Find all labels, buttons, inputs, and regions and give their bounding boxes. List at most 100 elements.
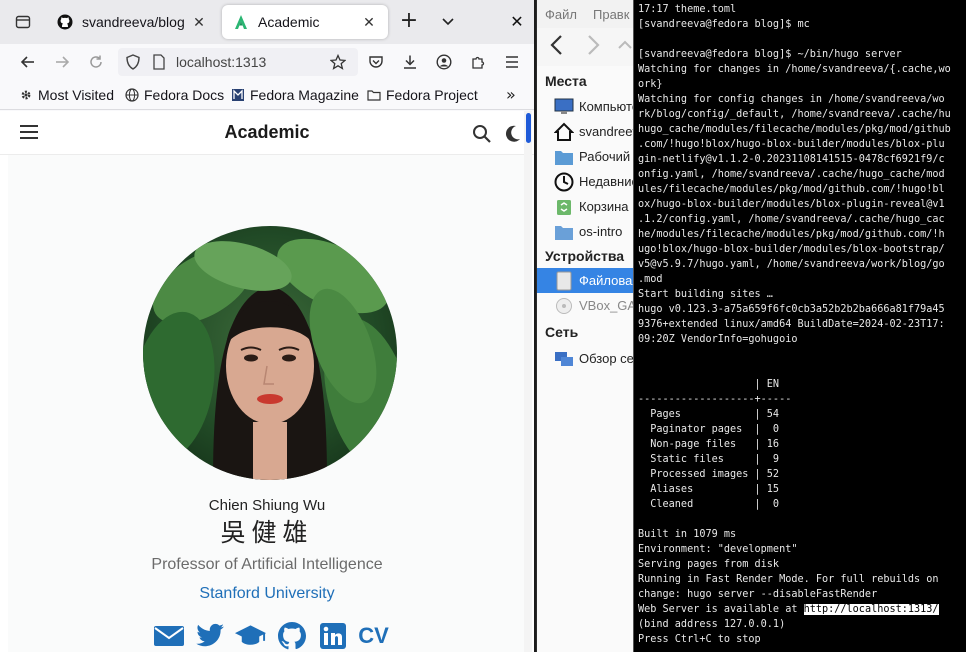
account-icon[interactable]: [432, 50, 456, 74]
person-name: Chien Shiung Wu: [208, 497, 326, 514]
moon-icon[interactable]: [504, 124, 522, 144]
sidebar-item-computer[interactable]: Компьютер: [537, 94, 633, 119]
file-manager-menubar: Файл Правк: [537, 0, 633, 28]
terminal-line: Press Ctrl+C to stop: [638, 634, 761, 645]
sidebar-item-label: Корзина: [579, 199, 629, 214]
tab-github-blog[interactable]: svandreeva/blog ✕: [46, 5, 218, 39]
page-icon[interactable]: [150, 53, 168, 71]
forward-arrow-icon[interactable]: [585, 34, 601, 61]
bookmark-fedora-project[interactable]: Fedora Project: [366, 85, 478, 105]
close-icon[interactable]: ✕: [360, 13, 378, 31]
organization-link[interactable]: Stanford University: [0, 585, 534, 603]
terminal-line: Processed images | 52: [638, 469, 780, 480]
person-role: Professor of Artificial Intelligence: [151, 556, 383, 573]
sidebar-item-recent[interactable]: Недавние: [537, 169, 633, 194]
tab-academic[interactable]: Academic ✕: [222, 5, 388, 39]
terminal-line: ugo!blox/hugo-blox-builder/modules/blox-…: [638, 244, 945, 255]
terminal-line: 09:20Z VendorInfo=gohugoio: [638, 334, 798, 345]
terminal-line: Paginator pages | 0: [638, 424, 780, 435]
sidebar-item-label: svandreeva: [579, 124, 633, 139]
bookmarks-overflow-button[interactable]: »: [506, 85, 516, 104]
file-manager-toolbar: [537, 28, 633, 66]
sidebar-item-os-intro[interactable]: os-intro: [537, 219, 633, 244]
tab-list-button[interactable]: [10, 10, 36, 34]
sidebar-item-vbox[interactable]: VBox_GAs: [537, 293, 633, 318]
terminal-line: change: hugo server --disableFastRender: [638, 589, 878, 600]
terminal-line: Pages | 54: [638, 409, 780, 420]
terminal-line: Running in Fast Render Mode. For full re…: [638, 574, 939, 585]
server-url[interactable]: http://localhost:1313/: [803, 604, 939, 615]
forward-icon[interactable]: [50, 50, 74, 74]
disc-icon: [553, 296, 575, 316]
terminal-window[interactable]: 17:17 theme.toml [svandreeva@fedora blog]…: [633, 0, 966, 652]
firefox-window: svandreeva/blog ✕ Academic ✕ + ✕ localho…: [0, 0, 536, 652]
window-close-button[interactable]: ✕: [506, 10, 528, 34]
sidebar-item-label: Обзор сети: [579, 351, 633, 366]
computer-icon: [553, 97, 575, 117]
twitter-icon[interactable]: [193, 622, 226, 650]
scholar-icon[interactable]: [234, 622, 267, 650]
pocket-icon[interactable]: [364, 50, 388, 74]
shield-icon[interactable]: [124, 53, 142, 71]
tab-title: svandreeva/blog: [82, 14, 185, 30]
terminal-line: Watching for changes in /home/svandreeva…: [638, 64, 951, 75]
menu-icon[interactable]: [500, 50, 524, 74]
terminal-line: Built in 1079 ms: [638, 529, 737, 540]
sidebar-item-home[interactable]: svandreeva: [537, 119, 633, 144]
address-bar[interactable]: localhost:1313: [118, 48, 358, 76]
recent-icon: [553, 172, 575, 192]
folder-icon: [366, 87, 382, 103]
magazine-icon: [230, 87, 246, 103]
bookmark-star-icon[interactable]: [326, 50, 350, 74]
scrollbar-thumb[interactable]: [526, 113, 531, 143]
email-icon[interactable]: [152, 622, 185, 650]
terminal-line: onfig.yaml, /home/svandreeva/.cache/hugo…: [638, 169, 945, 180]
terminal-line: ox/hugo-blox-builder/modules/blox-plugin…: [638, 199, 945, 210]
drive-icon: [553, 271, 575, 291]
chevron-down-icon[interactable]: [436, 10, 460, 34]
back-arrow-icon[interactable]: [549, 34, 565, 61]
sidebar-item-network[interactable]: Обзор сети: [537, 346, 633, 371]
cv-link[interactable]: CV: [357, 622, 390, 650]
bookmark-most-visited[interactable]: Most Visited: [18, 85, 114, 105]
back-icon[interactable]: [16, 50, 40, 74]
gear-icon: [18, 87, 34, 103]
url-text: localhost:1313: [176, 54, 267, 70]
terminal-line: | EN: [638, 379, 780, 390]
site-title[interactable]: Academic: [0, 122, 534, 143]
terminal-line: .com/!hugo!blox/hugo-blox-builder/module…: [638, 139, 945, 150]
menu-edit[interactable]: Правк: [593, 7, 629, 22]
terminal-line: gin-netlify@v1.1.2-0.20231108141515-0478…: [638, 154, 945, 165]
terminal-line: Watching for config changes in /home/sva…: [638, 94, 945, 105]
bookmark-fedora-docs[interactable]: Fedora Docs: [124, 85, 224, 105]
terminal-line: rk/blog/config/_default, /home/svandreev…: [638, 109, 951, 120]
close-icon[interactable]: ✕: [190, 13, 208, 31]
bookmark-fedora-magazine[interactable]: Fedora Magazine: [230, 85, 359, 105]
terminal-line: hugo v0.123.3-a75a659f6fc0cb3a52b2b2ba66…: [638, 304, 945, 315]
avatar: [143, 226, 397, 480]
up-arrow-icon[interactable]: [617, 34, 633, 61]
sidebar-item-desktop[interactable]: Рабочий стол: [537, 144, 633, 169]
places-header: Места: [545, 73, 587, 89]
terminal-line: Aliases | 15: [638, 484, 780, 495]
file-manager-window: Файл Правк Места Компьютер svandreeva Ра…: [537, 0, 633, 652]
terminal-line: v5@v5.9.7/hugo.yaml, /home/svandreeva/wo…: [638, 259, 945, 270]
terminal-output: 17:17 theme.toml [svandreeva@fedora blog]…: [638, 2, 966, 647]
page-scrollbar[interactable]: [524, 111, 532, 652]
tab-title: Academic: [258, 14, 320, 30]
search-icon[interactable]: [472, 124, 492, 144]
terminal-line: Start building sites …: [638, 289, 773, 300]
sidebar-item-trash[interactable]: Корзина: [537, 194, 633, 219]
terminal-line: 17:17 theme.toml: [638, 4, 737, 15]
bookmark-label: Most Visited: [38, 87, 114, 103]
github-icon[interactable]: [275, 622, 308, 650]
menu-file[interactable]: Файл: [545, 7, 577, 22]
extensions-icon[interactable]: [466, 50, 490, 74]
download-icon[interactable]: [398, 50, 422, 74]
sidebar-item-filesystem[interactable]: Файловая система: [537, 268, 633, 293]
reload-icon[interactable]: [84, 50, 108, 74]
new-tab-button[interactable]: +: [396, 10, 422, 34]
linkedin-icon[interactable]: [316, 622, 349, 650]
